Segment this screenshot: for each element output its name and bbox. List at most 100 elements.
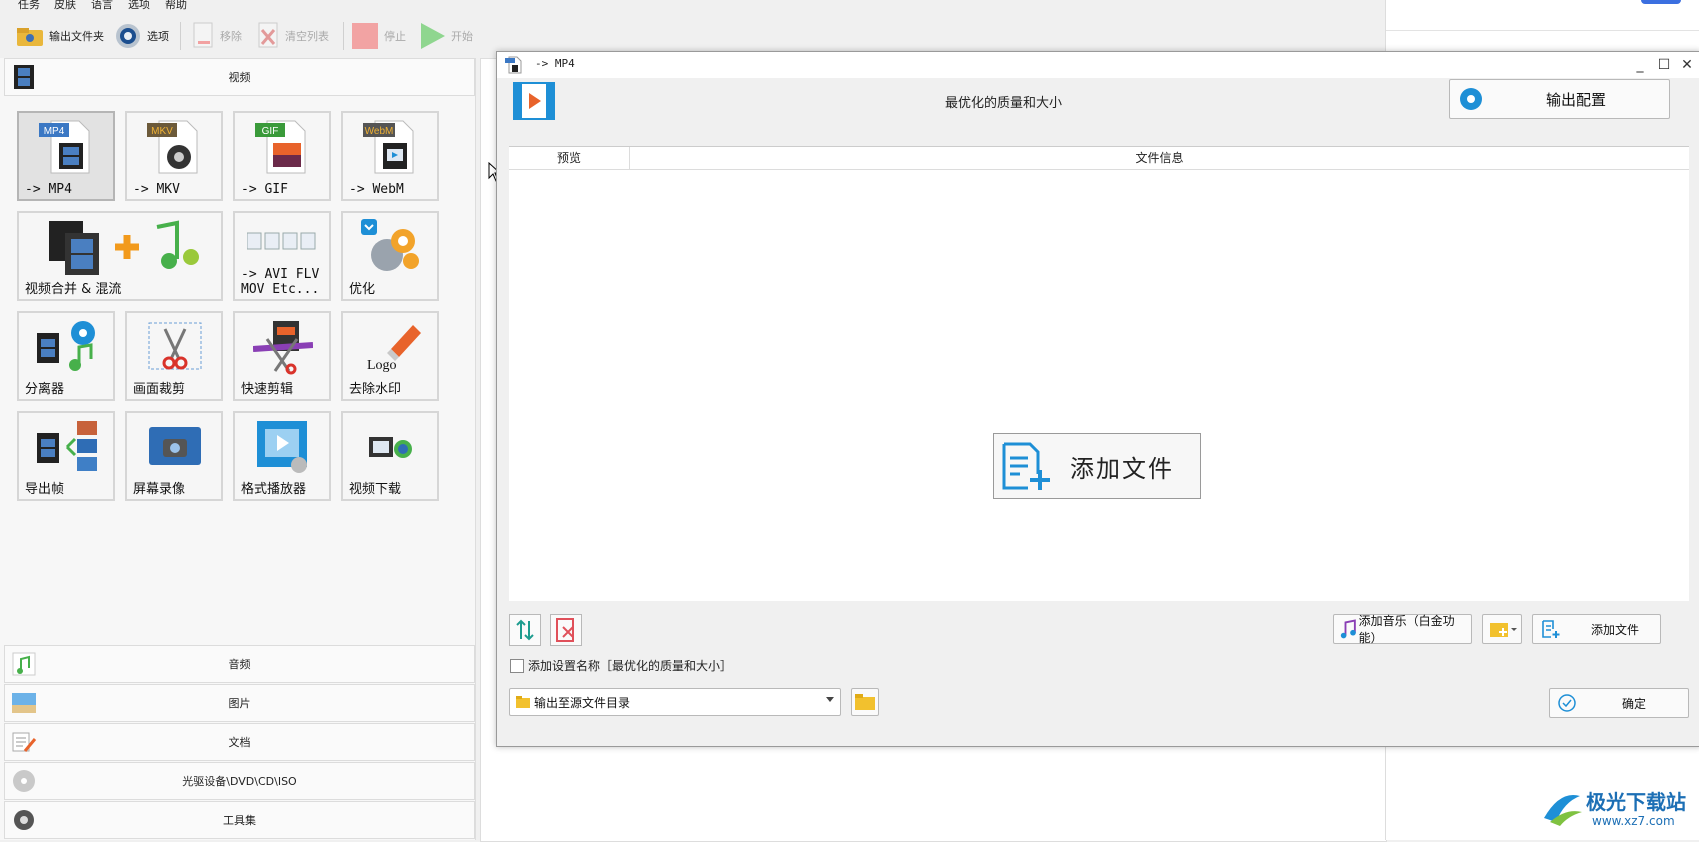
tile-download-label: 视频下载: [349, 482, 402, 497]
tile-splitter[interactable]: 分离器: [17, 311, 115, 401]
music-icon: [12, 652, 36, 676]
tile-avi-label: -> AVI FLV MOV Etc...: [241, 267, 320, 297]
picture-icon: [12, 693, 36, 713]
quick-cut-icon: [253, 321, 313, 375]
watermark-name: 极光下载站: [1586, 790, 1686, 814]
mp4-small-icon: [505, 56, 522, 74]
remove-label: 移除: [220, 30, 242, 43]
clear-list-label: 清空列表: [285, 30, 329, 43]
tile-merge-label: 视频合并 & 混流: [25, 282, 122, 297]
download-icon: [369, 437, 412, 458]
webm-badge: WebM: [365, 126, 394, 137]
minimize-icon[interactable]: _: [1630, 55, 1650, 75]
tile-watermark-label: 去除水印: [349, 382, 402, 397]
column-file-info[interactable]: 文件信息: [630, 147, 1689, 170]
tile-crop[interactable]: 画面裁剪: [125, 311, 223, 401]
add-file-button[interactable]: 添加文件: [1532, 614, 1661, 644]
remove-button[interactable]: 移除: [190, 20, 242, 52]
menu-options[interactable]: 选项: [128, 0, 150, 10]
sort-button[interactable]: [509, 614, 541, 646]
tile-quick-cut[interactable]: 快速剪辑: [233, 311, 331, 401]
column-preview[interactable]: 预览: [509, 147, 630, 170]
mkv-badge: MKV: [151, 126, 173, 137]
category-rom[interactable]: 光驱设备\DVD\CD\ISO: [4, 762, 475, 800]
tile-merge[interactable]: 视频合并 & 混流: [17, 211, 223, 301]
divider: [1386, 30, 1699, 31]
add-folder-icon: [1490, 623, 1517, 637]
tile-download[interactable]: 视频下载: [341, 411, 439, 501]
output-config-button[interactable]: 输出配置: [1449, 79, 1670, 119]
gear-icon: [1460, 88, 1482, 110]
folder-icon: [516, 696, 530, 708]
profile-name: 最优化的质量和大小: [945, 96, 1063, 111]
tile-crop-label: 画面裁剪: [133, 382, 186, 397]
category-video[interactable]: 视频: [4, 58, 475, 96]
music-note-icon: [1340, 619, 1356, 639]
file-list[interactable]: 预览 文件信息 添加文件: [509, 146, 1689, 601]
category-picture[interactable]: 图片: [4, 684, 475, 722]
menu-language[interactable]: 语言: [91, 0, 113, 10]
output-dir-select[interactable]: 输出至源文件目录: [509, 688, 841, 716]
player-icon: [257, 421, 307, 473]
tile-webm-label: -> WebM: [349, 182, 404, 197]
optimize-icon: [361, 219, 419, 271]
screen-record-icon: [149, 427, 201, 465]
menu-help[interactable]: 帮助: [165, 0, 187, 10]
tile-gif[interactable]: GIF -> GIF: [233, 111, 331, 201]
start-label: 开始: [451, 30, 473, 43]
maximize-icon[interactable]: ☐: [1654, 55, 1674, 75]
options-button[interactable]: 选项: [113, 20, 169, 52]
category-video-label: 视频: [228, 71, 251, 84]
browse-folder-button[interactable]: [851, 688, 879, 716]
stop-icon: [352, 23, 378, 49]
add-music-button[interactable]: 添加音乐（白金功能）: [1333, 614, 1472, 645]
toolbar-separator: [343, 22, 344, 50]
stop-button[interactable]: 停止: [350, 20, 406, 52]
output-folder-label: 输出文件夹: [49, 30, 104, 43]
tile-webm[interactable]: WebM -> WebM: [341, 111, 439, 201]
tile-watermark[interactable]: Logo 去除水印: [341, 311, 439, 401]
category-tools-label: 工具集: [223, 814, 256, 827]
add-setting-name-checkbox[interactable]: [510, 659, 524, 673]
remove-item-button[interactable]: [550, 614, 582, 646]
tile-avi[interactable]: -> AVI FLV MOV Etc...: [233, 211, 331, 301]
webm-file-icon: WebM: [363, 120, 414, 174]
clear-list-button[interactable]: 清空列表: [255, 20, 329, 52]
tools-icon: [14, 810, 34, 830]
tile-player[interactable]: 格式播放器: [233, 411, 331, 501]
watermark-url: www.xz7.com: [1592, 814, 1675, 828]
tile-export-frames[interactable]: 导出帧: [17, 411, 115, 501]
menu-task[interactable]: 任务: [18, 0, 40, 10]
tile-mp4[interactable]: MP4 -> MP4: [17, 111, 115, 201]
export-frames-icon: [37, 421, 97, 471]
output-folder-button[interactable]: 输出文件夹: [15, 20, 104, 52]
category-document-label: 文档: [228, 736, 251, 749]
category-document[interactable]: 文档: [4, 723, 475, 761]
toolbar-separator: [180, 22, 181, 50]
category-audio[interactable]: 音频: [4, 645, 475, 683]
add-setting-name-label: 添加设置名称［最优化的质量和大小］: [528, 659, 733, 673]
add-file-big-label: 添加文件: [1070, 454, 1174, 483]
tile-mp4-label: -> MP4: [25, 182, 72, 197]
menu-skin[interactable]: 皮肤: [54, 0, 76, 10]
tile-gif-label: -> GIF: [241, 182, 288, 197]
gif-badge: GIF: [262, 126, 279, 137]
remove-file-icon: [193, 22, 213, 48]
tile-screen-record[interactable]: 屏幕录像: [125, 411, 223, 501]
folder-icon: [17, 28, 43, 46]
start-button[interactable]: 开始: [417, 20, 473, 52]
tile-optimize[interactable]: 优化: [341, 211, 439, 301]
tile-mkv[interactable]: MKV -> MKV: [125, 111, 223, 201]
video-profile-icon: [513, 82, 555, 120]
ok-button[interactable]: 确定: [1549, 688, 1689, 718]
add-file-big-button[interactable]: 添加文件: [993, 433, 1201, 499]
tile-player-label: 格式播放器: [241, 482, 307, 497]
chevron-down-icon: [826, 697, 834, 702]
left-panel: 视频 MP4 -> MP4 MKV -> MKV GIF -> GIF WebM…: [0, 58, 476, 840]
close-icon[interactable]: ✕: [1677, 55, 1697, 75]
category-tools[interactable]: 工具集: [4, 801, 475, 839]
add-folder-dropdown[interactable]: [1482, 614, 1522, 644]
clear-list-icon: [258, 22, 278, 48]
tile-export-frames-label: 导出帧: [25, 482, 65, 497]
options-label: 选项: [147, 30, 169, 43]
